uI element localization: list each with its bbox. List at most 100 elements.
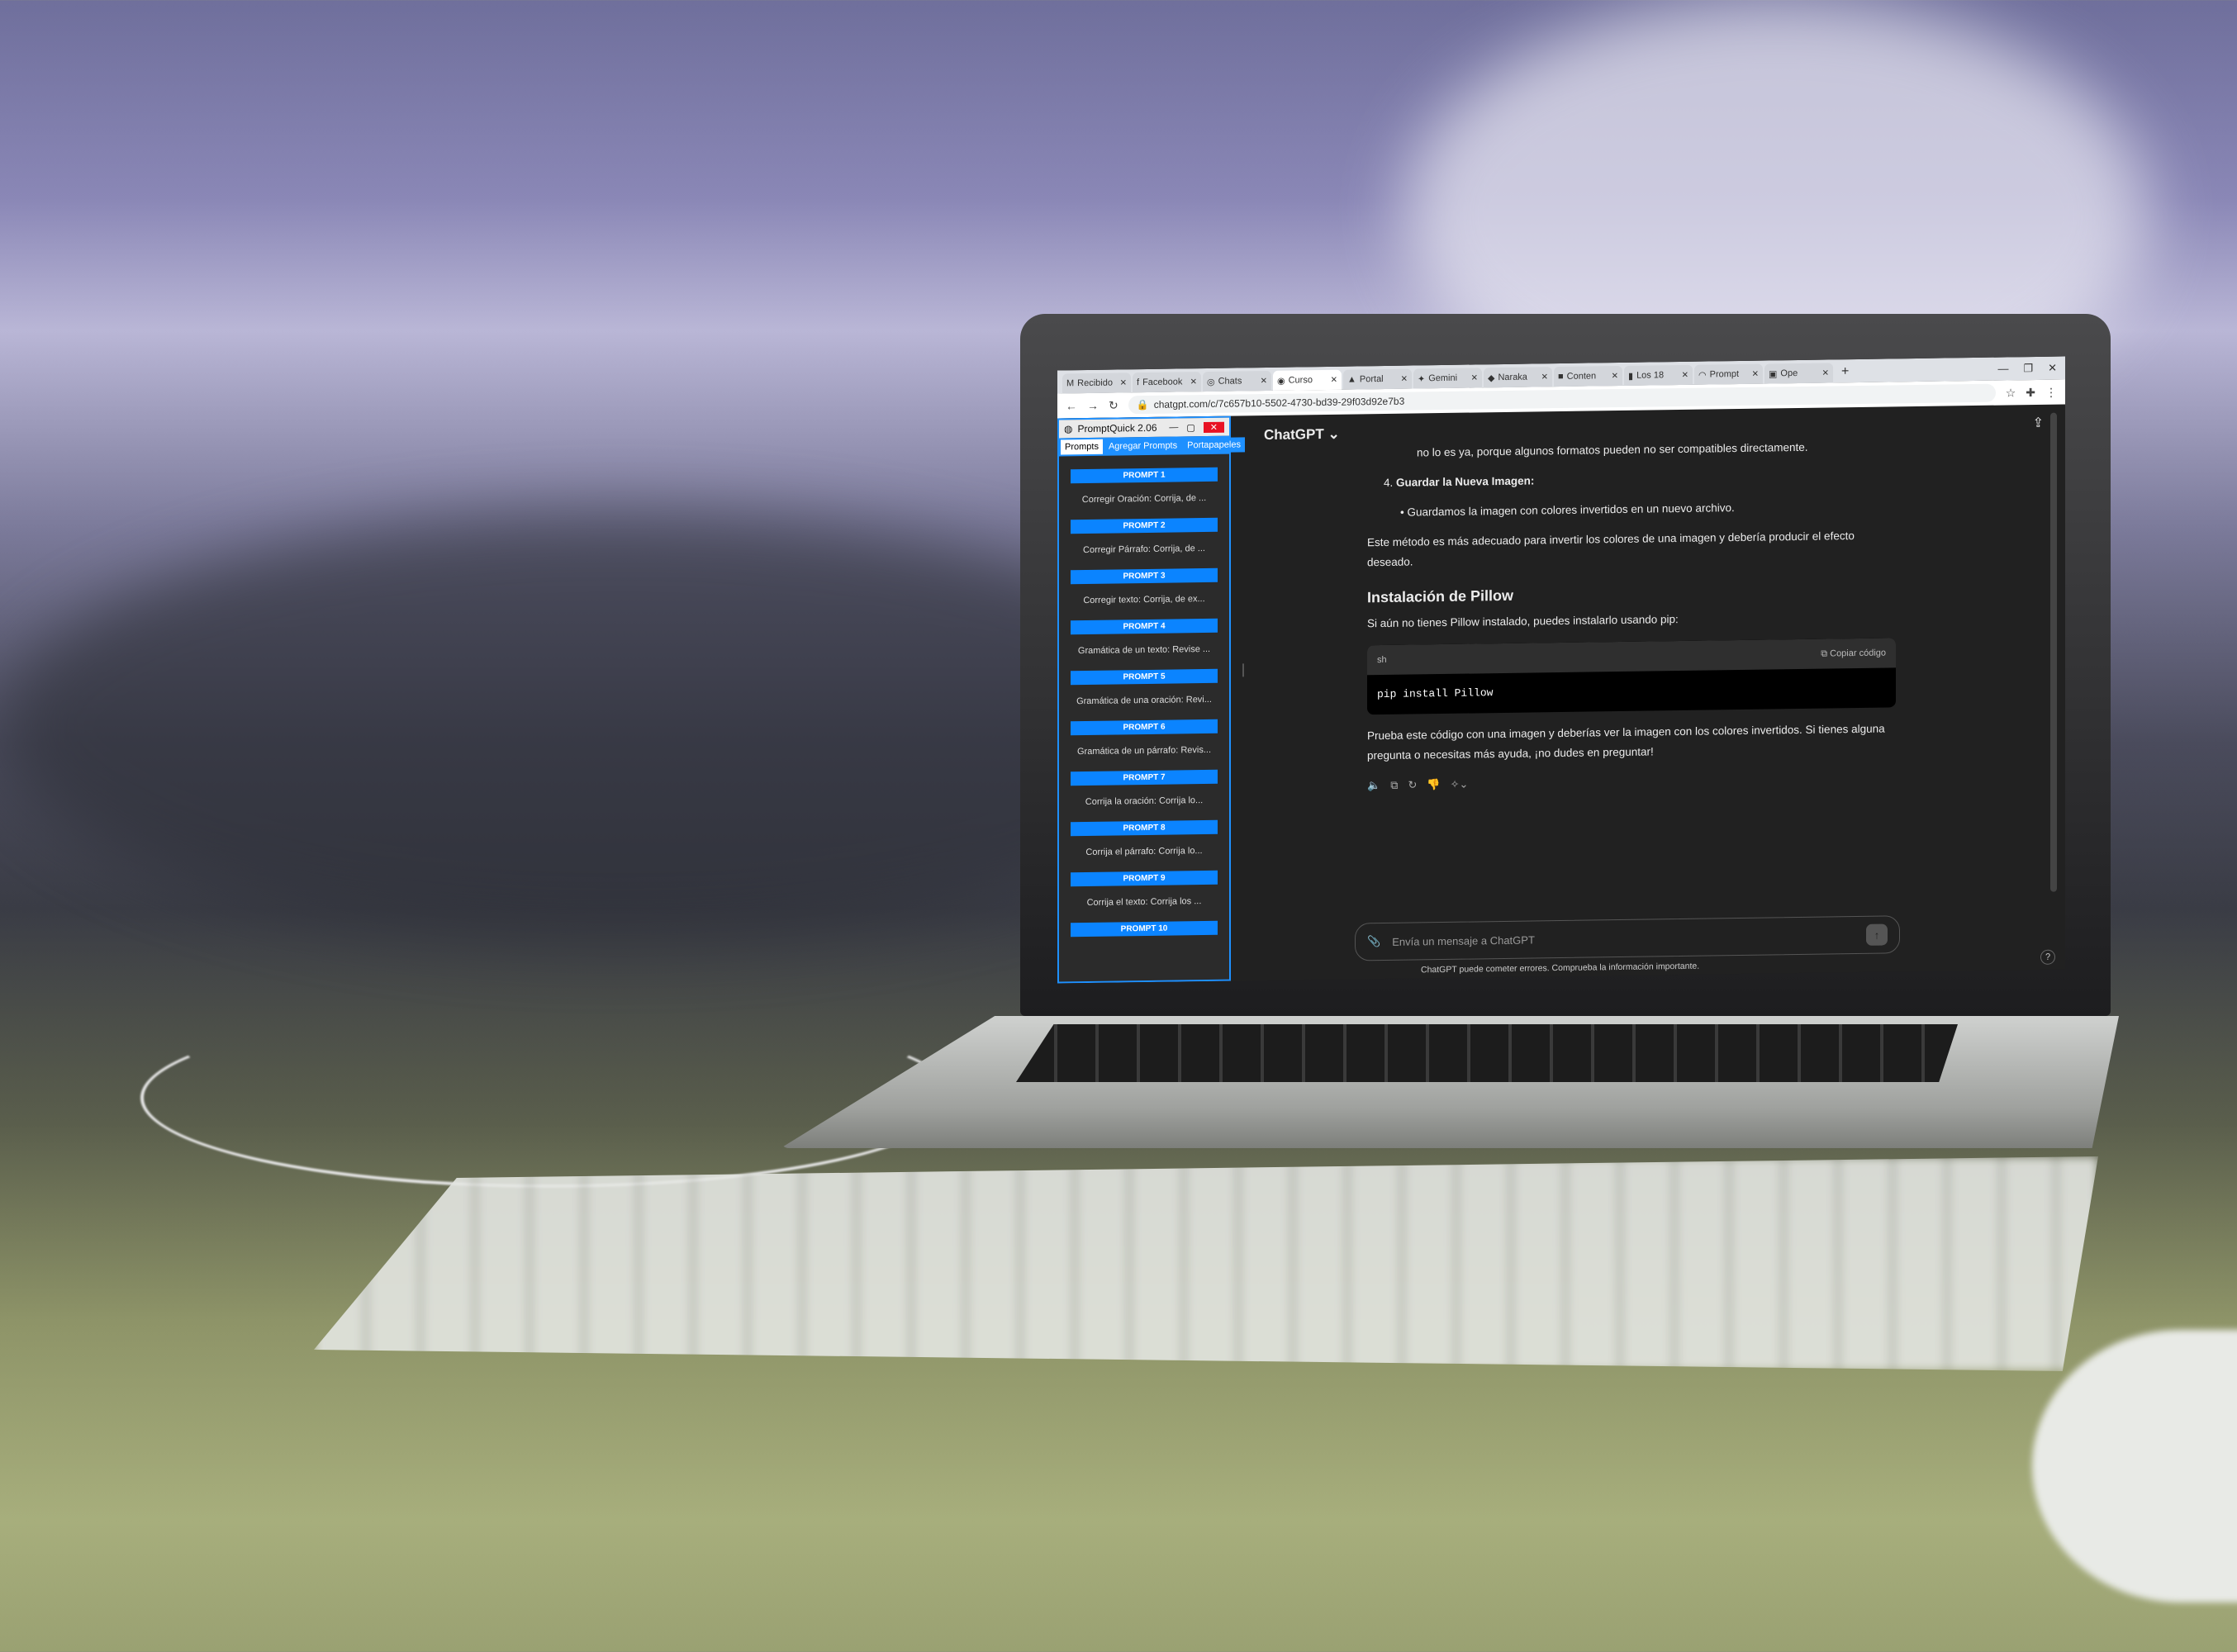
lock-icon: 🔒 xyxy=(1136,398,1149,411)
menu-icon[interactable]: ⋮ xyxy=(2045,385,2057,399)
prompt-item[interactable]: Corregir texto: Corrija, de ex... xyxy=(1071,582,1218,610)
promptquick-tabs: Prompts Agregar Prompts Portapapeles xyxy=(1059,435,1245,457)
browser-tab[interactable]: ◉ Curso ✕ xyxy=(1273,369,1342,391)
section-heading: Instalación de Pillow xyxy=(1367,586,1514,606)
prompt-item[interactable]: Gramática de una oración: Revi... xyxy=(1071,683,1218,711)
panel-divider[interactable] xyxy=(1242,663,1244,677)
mouse xyxy=(2032,1330,2237,1602)
code-block: sh ⧉ Copiar código pip install Pillow xyxy=(1367,638,1896,715)
tab-prompts[interactable]: Prompts xyxy=(1061,439,1103,455)
tab-portapapeles[interactable]: Portapapeles xyxy=(1183,437,1245,453)
browser-tab[interactable]: ✦ Gemini ✕ xyxy=(1413,368,1482,389)
attach-icon[interactable]: 📎 xyxy=(1367,935,1380,948)
tab-label: Ope xyxy=(1780,368,1798,379)
copy-code-label: Copiar código xyxy=(1830,648,1886,659)
browser-tab[interactable]: ◆ Naraka ✕ xyxy=(1484,367,1552,388)
tab-favicon-icon: ■ xyxy=(1558,371,1564,382)
pq-minimize-icon[interactable]: — xyxy=(1169,422,1178,433)
browser-tab[interactable]: ▲ Portal ✕ xyxy=(1343,368,1412,390)
tab-close-icon[interactable]: ✕ xyxy=(1612,372,1618,381)
sparkle-icon[interactable]: ✧⌄ xyxy=(1451,775,1469,795)
tab-label: Gemini xyxy=(1428,373,1458,384)
code-content: pip install Pillow xyxy=(1377,686,1494,701)
browser-tab[interactable]: M Recibido ✕ xyxy=(1062,373,1131,394)
tab-favicon-icon: ◆ xyxy=(1488,373,1495,383)
chat-area: ChatGPT ⌄ ⇪ no lo es ya, porque algunos … xyxy=(1256,404,2065,980)
browser-tab[interactable]: ■ Conten ✕ xyxy=(1554,365,1622,387)
help-button[interactable]: ? xyxy=(2040,949,2055,965)
read-aloud-icon[interactable]: 🔈 xyxy=(1367,776,1380,795)
scrollbar[interactable] xyxy=(2050,412,2057,892)
arrow-up-icon: ↑ xyxy=(1874,928,1880,942)
prompt-item[interactable]: Gramática de un texto: Revise ... xyxy=(1071,633,1218,661)
maximize-icon[interactable]: ❐ xyxy=(2023,362,2033,375)
regenerate-icon[interactable]: ↻ xyxy=(1408,775,1417,795)
prompt-item[interactable]: Corrija el párrafo: Corrija lo... xyxy=(1071,834,1218,862)
prompt-item[interactable]: Corrija la oración: Corrija lo... xyxy=(1071,784,1218,812)
message-line: no lo es ya, porque algunos formatos pue… xyxy=(1417,440,1808,459)
tab-favicon-icon: ▮ xyxy=(1628,371,1634,382)
browser-tab[interactable]: ◠ Prompt ✕ xyxy=(1694,363,1763,385)
prompt-header[interactable]: PROMPT 10 xyxy=(1071,920,1218,938)
prompt-item[interactable]: Corregir Párrafo: Corrija, de ... xyxy=(1071,532,1218,560)
tab-favicon-icon: ◎ xyxy=(1207,377,1215,387)
model-name: ChatGPT xyxy=(1264,426,1324,444)
prompt-item[interactable]: Corrija el texto: Corrija los ... xyxy=(1071,885,1218,913)
tab-label: Naraka xyxy=(1498,372,1527,383)
model-selector[interactable]: ChatGPT ⌄ xyxy=(1264,426,1340,444)
step-item: 4. Guardar la Nueva Imagen: xyxy=(1367,466,1896,493)
message-actions: 🔈 ⧉ ↻ 👎 ✧⌄ xyxy=(1367,768,1896,795)
star-icon[interactable]: ☆ xyxy=(2006,386,2016,400)
disclaimer: ChatGPT puede cometer errores. Comprueba… xyxy=(1421,961,1700,976)
window-controls: — ❐ ✕ xyxy=(1989,361,2065,380)
extensions-icon[interactable]: ✚ xyxy=(2026,385,2035,399)
tab-label: Conten xyxy=(1566,371,1597,382)
tab-close-icon[interactable]: ✕ xyxy=(1261,376,1267,385)
paragraph: Este método es más adecuado para inverti… xyxy=(1367,529,1855,569)
step-number: 4. xyxy=(1384,476,1394,490)
tab-close-icon[interactable]: ✕ xyxy=(1752,369,1759,378)
browser-tab[interactable]: f Facebook ✕ xyxy=(1133,372,1201,393)
prompt-item[interactable]: Gramática de un párrafo: Revis... xyxy=(1071,733,1218,762)
tab-agregar-prompts[interactable]: Agregar Prompts xyxy=(1104,438,1182,454)
tab-favicon-icon: f xyxy=(1137,377,1140,388)
tab-close-icon[interactable]: ✕ xyxy=(1120,378,1127,387)
tab-favicon-icon: M xyxy=(1066,378,1075,389)
code-language: sh xyxy=(1377,654,1387,666)
tab-close-icon[interactable]: ✕ xyxy=(1331,375,1337,384)
forward-icon[interactable]: → xyxy=(1087,399,1099,412)
reload-icon[interactable]: ↻ xyxy=(1109,398,1118,412)
tab-close-icon[interactable]: ✕ xyxy=(1822,368,1829,377)
browser-tab[interactable]: ◎ Chats ✕ xyxy=(1203,370,1271,392)
back-icon[interactable]: ← xyxy=(1066,399,1077,412)
pq-maximize-icon[interactable]: ▢ xyxy=(1186,422,1194,433)
tab-close-icon[interactable]: ✕ xyxy=(1401,374,1408,383)
tab-close-icon[interactable]: ✕ xyxy=(1541,373,1548,382)
tab-favicon-icon: ◠ xyxy=(1698,370,1707,381)
minimize-icon[interactable]: — xyxy=(1997,362,2008,375)
message-input[interactable]: 📎 Envía un mensaje a ChatGPT ↑ xyxy=(1355,915,1900,961)
copy-code-button[interactable]: ⧉ Copiar código xyxy=(1821,643,1886,664)
tab-close-icon[interactable]: ✕ xyxy=(1190,377,1197,387)
thumbs-down-icon[interactable]: 👎 xyxy=(1427,775,1440,795)
copy-icon[interactable]: ⧉ xyxy=(1390,776,1398,795)
browser-tab[interactable]: ▣ Ope ✕ xyxy=(1764,363,1833,384)
send-button[interactable]: ↑ xyxy=(1866,923,1888,946)
paragraph: Si aún no tienes Pillow instalado, puede… xyxy=(1367,613,1679,630)
step-title: Guardar la Nueva Imagen: xyxy=(1396,474,1535,489)
tab-label: Los 18 xyxy=(1636,370,1665,381)
bullet-text: Guardamos la imagen con colores invertid… xyxy=(1407,501,1735,519)
prompt-item[interactable]: Corregir Oración: Corrija, de ... xyxy=(1071,482,1218,510)
tab-close-icon[interactable]: ✕ xyxy=(1471,373,1478,382)
browser-tab[interactable]: ▮ Los 18 ✕ xyxy=(1624,364,1693,386)
tab-label: Recibido xyxy=(1077,377,1113,389)
url-text: chatgpt.com/c/7c657b10-5502-4730-bd39-29… xyxy=(1153,395,1405,411)
tab-favicon-icon: ▣ xyxy=(1769,368,1778,379)
tab-label: Facebook xyxy=(1142,377,1183,388)
tab-close-icon[interactable]: ✕ xyxy=(1682,370,1688,379)
close-icon[interactable]: ✕ xyxy=(2048,362,2057,375)
pq-close-icon[interactable]: ✕ xyxy=(1203,421,1224,433)
new-tab-icon[interactable]: + xyxy=(1835,364,1855,382)
share-icon[interactable]: ⇪ xyxy=(2033,415,2044,431)
tab-favicon-icon: ✦ xyxy=(1418,373,1426,384)
